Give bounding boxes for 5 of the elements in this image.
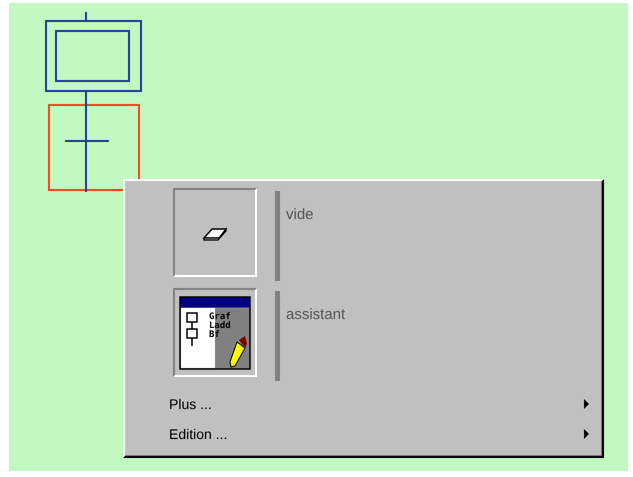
menu-item[interactable]: Plus ... [169,389,602,419]
menu-item[interactable]: Edition ... [169,419,602,449]
menu-item-label[interactable]: vide [286,206,314,223]
menu-item-label[interactable]: assistant [286,306,346,323]
tool-tile[interactable] [173,188,257,277]
